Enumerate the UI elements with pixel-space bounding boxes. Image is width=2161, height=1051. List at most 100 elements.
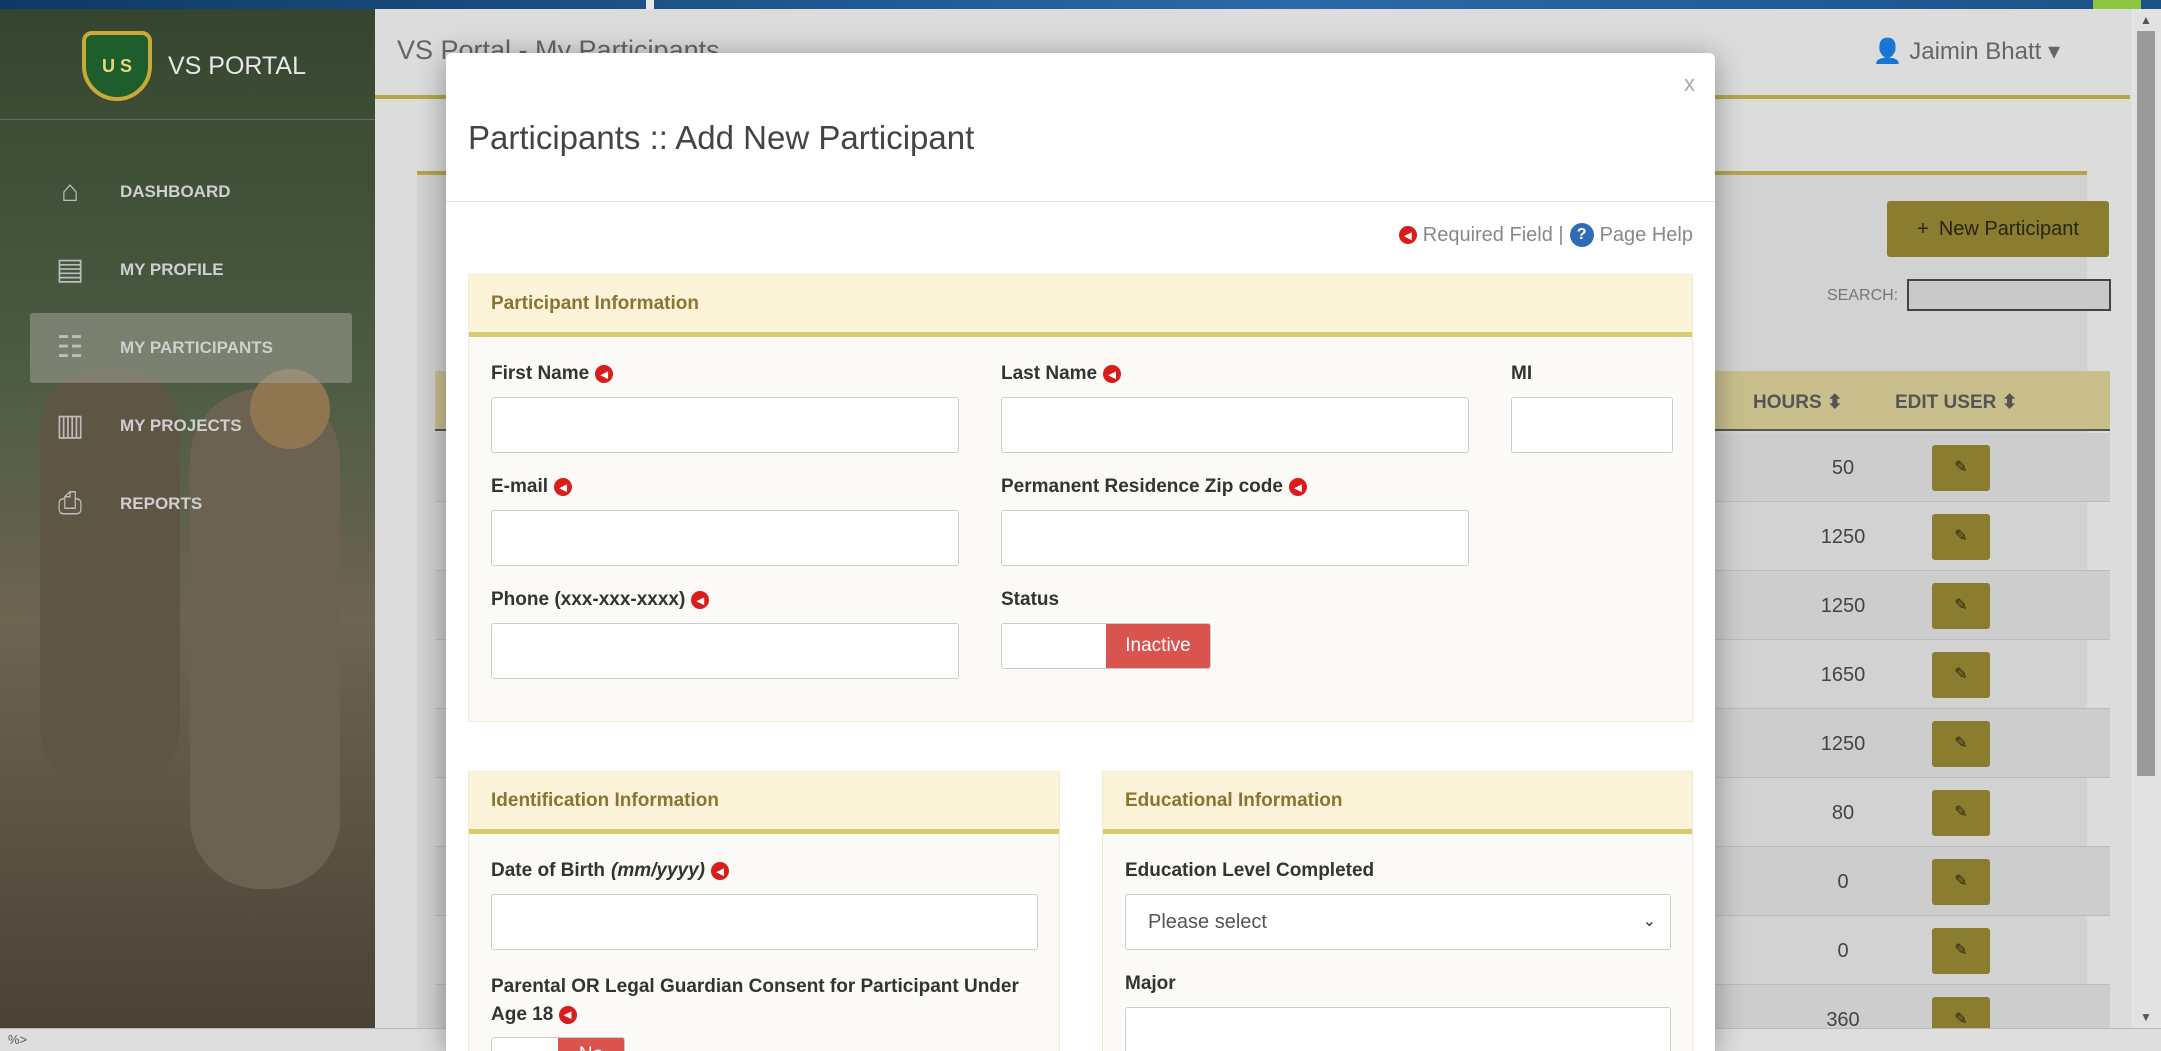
- column-header-edit-user[interactable]: EDIT USER ⬍: [1895, 391, 2018, 414]
- top-bar-accent: [2093, 0, 2141, 9]
- label-text: MI: [1511, 363, 1533, 384]
- page-scrollbar[interactable]: ▲ ▼: [2131, 9, 2161, 1028]
- consent-toggle[interactable]: No: [491, 1037, 625, 1051]
- sidebar-item-dashboard[interactable]: ⌂ DASHBOARD: [30, 157, 352, 227]
- user-icon: 👤: [1872, 38, 1903, 65]
- required-legend-label: Required Field |: [1422, 223, 1564, 246]
- caret-down-icon: ▾: [2047, 38, 2060, 65]
- user-menu[interactable]: 👤 Jaimin Bhatt ▾: [1873, 37, 2060, 66]
- browser-top-bar: [0, 0, 2161, 9]
- status-label: Status: [1001, 589, 1059, 611]
- label-text: Phone (xxx-xxx-xxxx): [491, 589, 686, 610]
- edit-user-button[interactable]: ✎: [1932, 514, 1990, 560]
- profile-card-icon: ▤: [55, 253, 85, 286]
- column-header-hours[interactable]: HOURS ⬍: [1753, 391, 1843, 414]
- first-name-label: First Name ◄: [491, 363, 614, 385]
- add-participant-modal: x Participants :: Add New Participant ◄ …: [446, 53, 1715, 1051]
- label-text: Date of Birth: [491, 860, 605, 881]
- hours-cell: 1250: [1820, 733, 1866, 755]
- label-text: First Name: [491, 363, 590, 384]
- user-name: Jaimin Bhatt: [1909, 38, 2042, 65]
- sidebar: U S VS PORTAL ⌂ DASHBOARD ▤ MY PROFILE ☷…: [0, 9, 375, 1028]
- hours-cell: 1250: [1820, 595, 1866, 617]
- sort-icon: ⬍: [1826, 392, 1843, 413]
- hours-cell: 50: [1831, 457, 1855, 479]
- status-text: %>: [8, 1032, 28, 1047]
- usfs-shield-logo: U S: [82, 31, 152, 101]
- status-value: Inactive: [1106, 624, 1210, 668]
- sort-icon: ⬍: [2001, 392, 2018, 413]
- required-icon: ◄: [558, 1005, 577, 1024]
- hours-cell: 1250: [1820, 526, 1866, 548]
- scroll-down-arrow-icon[interactable]: ▼: [2140, 1010, 2152, 1024]
- edit-user-button[interactable]: ✎: [1932, 445, 1990, 491]
- brand-name: VS PORTAL: [168, 51, 307, 80]
- first-name-field[interactable]: [491, 397, 959, 453]
- last-name-field[interactable]: [1001, 397, 1469, 453]
- label-text: Education Level Completed: [1125, 860, 1375, 881]
- printer-icon: ⎙: [58, 487, 82, 520]
- education-level-select[interactable]: Please select ⌄: [1125, 894, 1671, 950]
- section-heading: Identification Information: [469, 772, 1059, 834]
- major-label: Major: [1125, 973, 1176, 995]
- zip-label: Permanent Residence Zip code ◄: [1001, 476, 1307, 498]
- documents-icon: ▥: [55, 409, 85, 442]
- phone-field[interactable]: [491, 623, 959, 679]
- scroll-up-arrow-icon[interactable]: ▲: [2140, 13, 2152, 27]
- sidebar-item-label: DASHBOARD: [120, 182, 231, 201]
- label-text: Last Name: [1001, 363, 1098, 384]
- edit-user-button[interactable]: ✎: [1932, 928, 1990, 974]
- label-text: Status: [1001, 589, 1060, 610]
- help-icon[interactable]: ?: [1569, 223, 1594, 247]
- status-toggle[interactable]: Inactive: [1001, 623, 1211, 669]
- new-participant-label: New Participant: [1938, 217, 2079, 240]
- section-heading: Participant Information: [469, 275, 1692, 337]
- toggle-handle: [492, 1038, 558, 1051]
- sidebar-item-label: MY PROJECTS: [120, 416, 242, 435]
- search-input[interactable]: [1907, 279, 2111, 311]
- home-icon: ⌂: [60, 175, 80, 208]
- required-icon: ◄: [691, 591, 710, 609]
- date-of-birth-field[interactable]: [491, 894, 1038, 950]
- plus-icon: +: [1917, 217, 1929, 240]
- sidebar-item-my-profile[interactable]: ▤ MY PROFILE: [30, 235, 352, 305]
- major-field[interactable]: [1125, 1007, 1671, 1051]
- hours-cell: 0: [1837, 940, 1849, 962]
- hours-cell: 0: [1837, 871, 1849, 893]
- edit-user-button[interactable]: ✎: [1932, 721, 1990, 767]
- consent-label: Parental OR Legal Guardian Consent for P…: [491, 973, 1038, 1029]
- label-text: E-mail: [491, 476, 549, 497]
- required-icon: ◄: [1288, 478, 1307, 496]
- required-icon: ◄: [554, 478, 573, 496]
- sidebar-item-reports[interactable]: ⎙ REPORTS: [30, 469, 352, 539]
- sidebar-item-my-participants[interactable]: ☷ MY PARTICIPANTS: [30, 313, 352, 383]
- label-text: Permanent Residence Zip code: [1001, 476, 1283, 497]
- edit-user-button[interactable]: ✎: [1932, 790, 1990, 836]
- brand[interactable]: U S VS PORTAL: [82, 31, 306, 101]
- hours-cell: 1650: [1820, 664, 1866, 686]
- close-button[interactable]: x: [1684, 71, 1695, 97]
- sidebar-item-label: MY PROFILE: [120, 260, 224, 279]
- scrollbar-thumb[interactable]: [2137, 31, 2155, 776]
- middle-initial-field[interactable]: [1511, 397, 1673, 453]
- people-icon: ☷: [56, 331, 84, 364]
- sidebar-item-label: MY PARTICIPANTS: [120, 338, 274, 357]
- edit-user-button[interactable]: ✎: [1932, 652, 1990, 698]
- required-icon: ◄: [1103, 365, 1122, 383]
- selected-value: Please select: [1148, 911, 1267, 933]
- educational-information-section: Educational Information Education Level …: [1102, 771, 1693, 1051]
- sidebar-item-label: REPORTS: [120, 494, 203, 513]
- label-text: Parental OR Legal Guardian Consent for P…: [491, 976, 1019, 997]
- zip-code-field[interactable]: [1001, 510, 1469, 566]
- chevron-down-icon: ⌄: [1642, 913, 1656, 930]
- sidebar-nav: ⌂ DASHBOARD ▤ MY PROFILE ☷ MY PARTICIPAN…: [30, 157, 352, 547]
- page-help-link[interactable]: Page Help: [1600, 224, 1693, 247]
- help-legend: ◄ Required Field | ? Page Help: [1398, 223, 1693, 247]
- education-level-label: Education Level Completed: [1125, 860, 1374, 882]
- sidebar-item-my-projects[interactable]: ▥ MY PROJECTS: [30, 391, 352, 461]
- email-field[interactable]: [491, 510, 959, 566]
- edit-user-button[interactable]: ✎: [1932, 583, 1990, 629]
- edit-user-button[interactable]: ✎: [1932, 859, 1990, 905]
- label-text: Age 18: [491, 1004, 554, 1025]
- new-participant-button[interactable]: + New Participant: [1887, 201, 2109, 257]
